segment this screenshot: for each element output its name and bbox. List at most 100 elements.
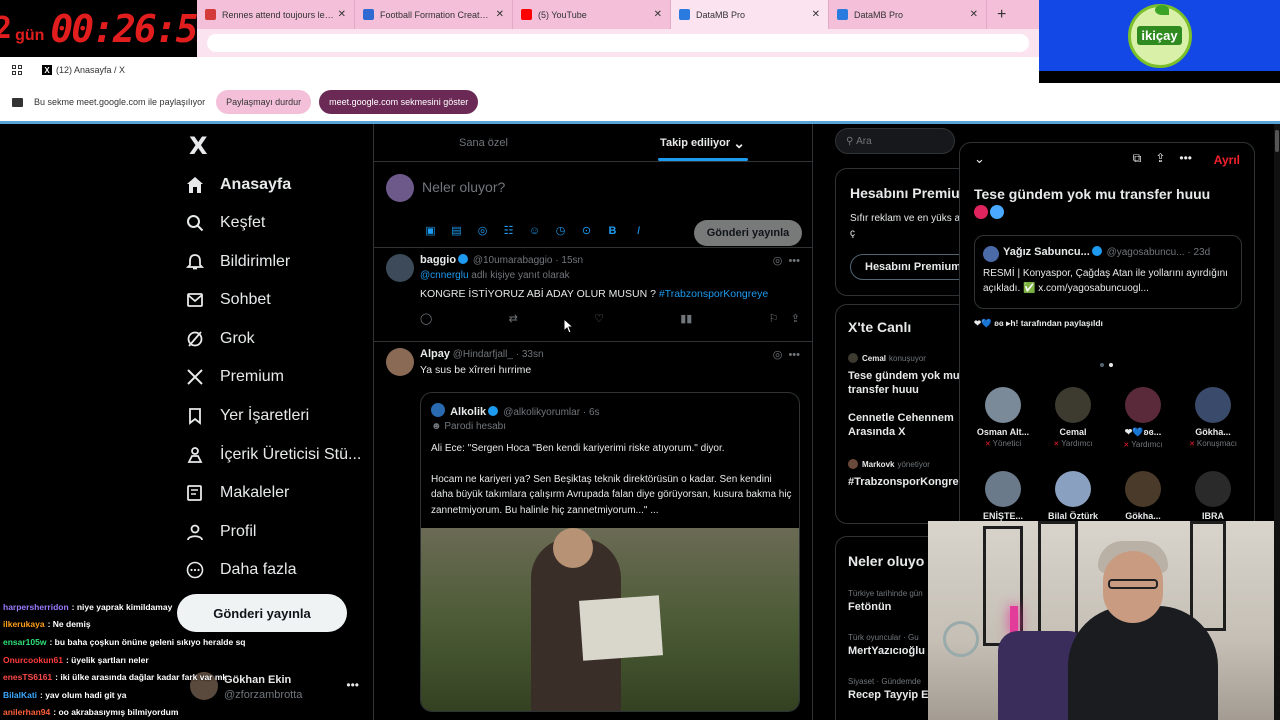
tweet-author[interactable]: Alpay xyxy=(420,348,450,360)
tweet[interactable]: Alpay @Hindarfjall_ · 33sn ◎ ••• Ya sus … xyxy=(374,342,812,720)
chat-message: : Ne demiş xyxy=(47,619,91,630)
trend-item[interactable]: Türkiye tarihinde gün Fetönün xyxy=(848,589,923,613)
italic-icon[interactable]: I xyxy=(630,222,647,239)
hashtag-link[interactable]: #TrabzonsporKongreye xyxy=(659,288,768,300)
tweet-header: Alpay @Hindarfjall_ · 33sn xyxy=(420,348,544,360)
tweet-time[interactable]: 15sn xyxy=(561,255,583,266)
compose-post-button[interactable]: Gönderi yayınla xyxy=(694,220,802,246)
mention-link[interactable]: @cnnerglu xyxy=(420,270,469,281)
chevron-down-icon[interactable]: ⌄ xyxy=(974,151,985,167)
more-options-icon[interactable]: ••• xyxy=(346,678,359,692)
tweet-time[interactable]: 33sn xyxy=(522,349,544,360)
nav-item-profile[interactable]: Profil xyxy=(185,517,256,547)
browser-tab[interactable]: Football Formation Creator: Re ✕ xyxy=(355,0,513,29)
quoted-tweet[interactable]: Alkolik @alkolikyorumlar · 6s ☻ Parodi h… xyxy=(420,392,800,712)
grok-icon[interactable]: ◎ xyxy=(773,255,783,267)
nav-item-more[interactable]: Daha fazla xyxy=(185,555,297,585)
views-icon[interactable]: ▮▮ xyxy=(680,312,692,325)
browser-tab[interactable]: Rennes attend toujours le prem ✕ xyxy=(197,0,355,29)
tweet-handle[interactable]: @10umarabaggio xyxy=(473,255,553,266)
space-participant[interactable]: Gökha... xyxy=(1108,471,1178,521)
space-participant[interactable]: IBRA xyxy=(1178,471,1248,521)
compose-input[interactable]: Neler oluyor? xyxy=(422,179,505,195)
bold-icon[interactable]: B xyxy=(604,222,621,239)
chat-message: : iki ülke arasında dağlar kadar fark va… xyxy=(55,672,228,683)
quote-image[interactable] xyxy=(421,528,799,711)
like-icon[interactable]: ♡ xyxy=(594,312,604,325)
live-item[interactable]: Markovk yönetiyor #TrabzonsporKongreye xyxy=(848,459,971,489)
browser-tab[interactable]: (5) YouTube ✕ xyxy=(513,0,671,29)
avatar xyxy=(386,348,414,376)
scrollbar[interactable] xyxy=(1274,124,1280,720)
browser-tab-active[interactable]: DataMB Pro ✕ xyxy=(671,0,829,29)
stop-sharing-button[interactable]: Paylaşmayı durdur xyxy=(216,90,312,114)
close-icon[interactable]: ✕ xyxy=(338,9,346,20)
minimize-icon[interactable]: ⧉ xyxy=(1133,151,1142,166)
leave-space-button[interactable]: Ayrıl xyxy=(1214,153,1240,167)
grok-icon[interactable]: ◎ xyxy=(773,349,783,361)
nav-item-bookmarks[interactable]: Yer İşaretleri xyxy=(185,401,309,431)
live-item[interactable]: Cemal konuşuyor Tese gündem yok mu transf… xyxy=(848,353,968,397)
share-icon[interactable]: ⇪ xyxy=(1155,151,1165,166)
gif-icon[interactable]: ▤ xyxy=(448,222,465,239)
chat-line: harpersherridon: niye yaprak kimildamay xyxy=(3,598,343,616)
quote-line: Ali Ece: "Sergen Hoca "Ben kendi kariyer… xyxy=(431,443,725,454)
more-options-icon[interactable]: ••• xyxy=(788,255,800,267)
nav-label: Sohbet xyxy=(220,291,271,308)
poll-icon[interactable]: ☷ xyxy=(500,222,517,239)
live-item[interactable]: Cennetle Cehennem Arasında X xyxy=(848,411,968,439)
close-icon[interactable]: ✕ xyxy=(812,9,820,20)
tweet-author[interactable]: baggio xyxy=(420,254,456,266)
space-participant[interactable]: ❤💙ʚɞ... Yardımcı xyxy=(1108,387,1178,449)
tab-following[interactable]: Takip ediliyor ⌄ xyxy=(593,124,812,161)
grok-icon[interactable]: ◎ xyxy=(474,222,491,239)
show-meet-tab-button[interactable]: meet.google.com sekmesini göster xyxy=(319,90,479,114)
x-logo-icon[interactable]: X xyxy=(189,132,208,160)
scrollbar-thumb[interactable] xyxy=(1275,130,1279,152)
schedule-icon[interactable]: ◷ xyxy=(552,222,569,239)
chat-message: : niye yaprak kimildamay xyxy=(71,601,173,612)
more-options-icon[interactable]: ••• xyxy=(788,349,800,361)
pinned-tweet[interactable]: Yağız Sabuncu... @yagosabuncu... · 23d R… xyxy=(974,235,1242,309)
tweet[interactable]: baggio @10umarabaggio · 15sn ◎ ••• @cnne… xyxy=(374,248,812,342)
bookmark-icon[interactable]: ⚐ xyxy=(769,313,779,325)
address-field[interactable] xyxy=(207,34,1029,52)
nav-item-premium[interactable]: Premium xyxy=(185,362,284,392)
nav-item-articles[interactable]: Makaleler xyxy=(185,478,289,508)
reply-icon[interactable]: ◯ xyxy=(420,312,432,325)
search-input[interactable]: ⚲ Ara xyxy=(835,128,955,154)
emoji-icon[interactable]: ☺ xyxy=(526,222,543,239)
nav-item-creator-studio[interactable]: İçerik Üreticisi Stü... xyxy=(185,440,361,470)
nav-item-explore[interactable]: Keşfet xyxy=(185,208,265,238)
close-icon[interactable]: ✕ xyxy=(654,9,662,20)
nav-item-grok[interactable]: Grok xyxy=(185,324,255,354)
premium-button[interactable]: Hesabını Premium xyxy=(850,254,974,280)
apps-grid-icon[interactable] xyxy=(12,65,22,75)
close-icon[interactable]: ✕ xyxy=(496,9,504,20)
trend-item[interactable]: Türk oyuncular · Gu MertYazıcıoğlu xyxy=(848,633,925,657)
space-participant[interactable]: ENİŞTE... xyxy=(968,471,1038,521)
chat-user: ensar105w xyxy=(3,636,47,647)
nav-label: Makaleler xyxy=(220,484,290,501)
space-participant[interactable]: Gökha... Konuşmacı xyxy=(1178,387,1248,448)
image-icon[interactable]: ▣ xyxy=(422,222,439,239)
space-participant[interactable]: Osman Alt... Yönetici xyxy=(968,387,1038,448)
countdown-timer: 2 gün 00:26:55 xyxy=(0,0,219,57)
share-icon[interactable]: ⇪ xyxy=(791,313,800,325)
space-participant[interactable]: Bilal Öztürk xyxy=(1038,471,1108,521)
nav-item-notifications[interactable]: Bildirimler xyxy=(185,247,290,277)
trend-item[interactable]: Siyaset · Gündemde Recep Tayyip E xyxy=(848,677,929,701)
space-participant[interactable]: Cemal Yardımcı xyxy=(1038,387,1108,448)
location-icon[interactable]: ⊙ xyxy=(578,222,595,239)
nav-item-home[interactable]: Anasayfa xyxy=(185,170,291,200)
trend-context: Siyaset · Gündemde xyxy=(848,677,921,686)
new-tab-icon[interactable]: + xyxy=(997,6,1006,24)
retweet-icon[interactable]: ⇄ xyxy=(509,312,518,325)
tweet-handle[interactable]: @Hindarfjall_ xyxy=(453,349,513,360)
close-icon[interactable]: ✕ xyxy=(970,9,978,20)
current-tab-title[interactable]: (12) Anasayfa / X xyxy=(56,65,125,75)
tab-for-you[interactable]: Sana özel xyxy=(374,124,593,161)
browser-tab[interactable]: DataMB Pro ✕ xyxy=(829,0,987,29)
nav-item-messages[interactable]: Sohbet xyxy=(185,285,271,315)
more-options-icon[interactable]: ••• xyxy=(1179,151,1192,166)
